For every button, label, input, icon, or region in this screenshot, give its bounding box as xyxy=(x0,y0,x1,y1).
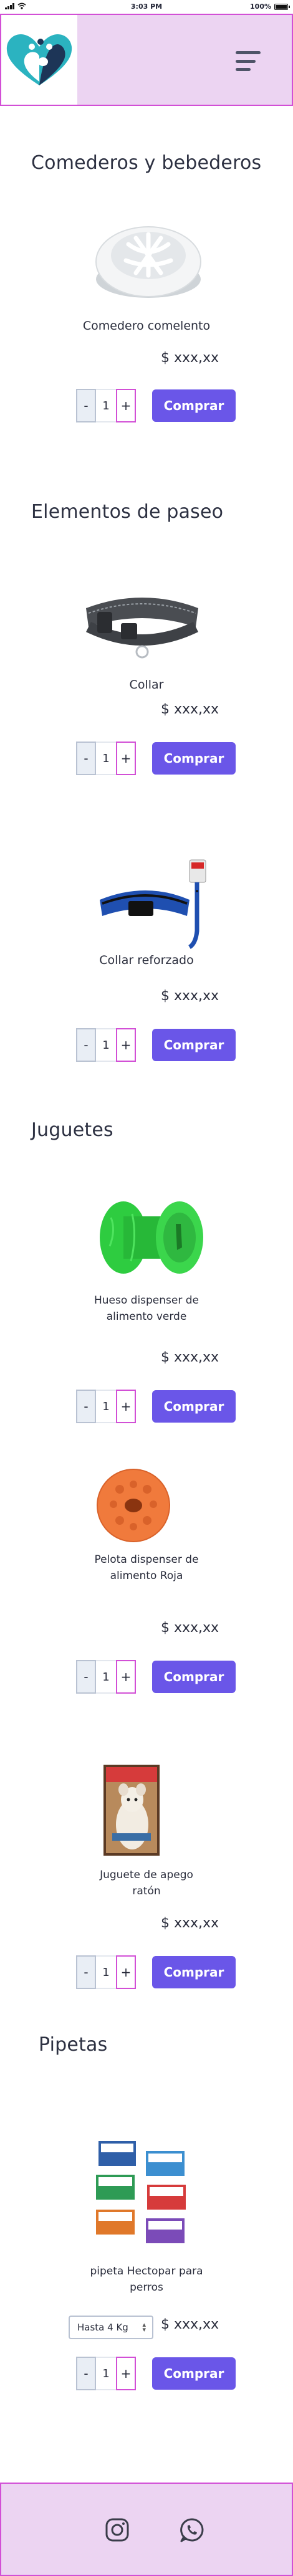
battery-icon xyxy=(274,3,290,10)
red-ball-toy-image xyxy=(97,1469,170,1542)
quantity-field[interactable]: 1 xyxy=(96,1028,116,1062)
footer xyxy=(0,2483,293,2576)
quantity-increase-button[interactable]: + xyxy=(116,742,136,775)
quantity-stepper: - 1 + xyxy=(76,1660,136,1694)
product-name-line2: ratón xyxy=(132,1885,161,1897)
buy-button[interactable]: Comprar xyxy=(152,389,236,422)
quantity-field[interactable]: 1 xyxy=(96,2357,116,2390)
buy-button[interactable]: Comprar xyxy=(152,1029,236,1061)
reinforced-collar-image xyxy=(100,859,206,949)
status-time: 3:03 PM xyxy=(130,2,163,11)
quantity-increase-button[interactable]: + xyxy=(116,1660,136,1694)
pipette-boxes-image xyxy=(96,2141,186,2243)
size-select-value: Hasta 4 Kg xyxy=(77,2322,128,2333)
buy-button[interactable]: Comprar xyxy=(152,1956,236,1988)
section-title-juguetes: Juguetes xyxy=(31,1119,113,1141)
section-title-comederos: Comederos y bebederos xyxy=(31,152,262,174)
quantity-increase-button[interactable]: + xyxy=(116,1955,136,1989)
product-name: Collar reforzado xyxy=(99,953,194,967)
buy-button[interactable]: Comprar xyxy=(152,1661,236,1693)
quantity-stepper: - 1 + xyxy=(76,742,136,775)
product-price: $ xxx,xx xyxy=(161,1915,219,1931)
quantity-field[interactable]: 1 xyxy=(96,742,116,775)
chevron-updown-icon: ▴ ▾ xyxy=(142,2321,146,2334)
product-name-line1: Juguete de apego xyxy=(100,1869,193,1881)
quantity-stepper: - 1 + xyxy=(76,1955,136,1989)
section-title-paseo: Elementos de paseo xyxy=(31,501,224,523)
quantity-field[interactable]: 1 xyxy=(96,1955,116,1989)
status-right: 100% xyxy=(250,2,290,11)
quantity-increase-button[interactable]: + xyxy=(116,1390,136,1423)
plush-mouse-toy-image xyxy=(103,1765,160,1856)
quantity-stepper: - 1 + xyxy=(76,1028,136,1062)
section-title-pipetas: Pipetas xyxy=(39,2034,108,2056)
quantity-field[interactable]: 1 xyxy=(96,1390,116,1423)
product-name: Comedero comelento xyxy=(82,319,211,333)
quantity-increase-button[interactable]: + xyxy=(116,2357,136,2390)
product-name-line1: Pelota dispenser de xyxy=(94,1553,199,1566)
product-price: $ xxx,xx xyxy=(161,2317,219,2332)
product-price: $ xxx,xx xyxy=(161,350,219,366)
header xyxy=(0,14,293,106)
product-name-line2: alimento verde xyxy=(106,1310,187,1323)
whatsapp-icon[interactable] xyxy=(178,2516,206,2544)
product-name-line2: alimento Roja xyxy=(110,1570,183,1582)
collar-image xyxy=(86,598,198,659)
quantity-field[interactable]: 1 xyxy=(96,1660,116,1694)
logo[interactable] xyxy=(1,15,77,105)
paw-heart-logo-icon xyxy=(6,34,72,85)
status-bar: 3:03 PM 100% xyxy=(0,0,293,14)
quantity-stepper: - 1 + xyxy=(76,2357,136,2390)
quantity-increase-button[interactable]: + xyxy=(116,1028,136,1062)
quantity-field[interactable]: 1 xyxy=(96,389,116,422)
quantity-decrease-button[interactable]: - xyxy=(76,1955,96,1989)
quantity-stepper: - 1 + xyxy=(76,1390,136,1423)
instagram-icon[interactable] xyxy=(103,2516,131,2544)
product-name: Collar xyxy=(129,678,164,692)
product-price: $ xxx,xx xyxy=(161,988,219,1004)
quantity-stepper: - 1 + xyxy=(76,389,136,422)
quantity-decrease-button[interactable]: - xyxy=(76,1390,96,1423)
quantity-increase-button[interactable]: + xyxy=(116,389,136,422)
buy-button[interactable]: Comprar xyxy=(152,1390,236,1423)
product-price: $ xxx,xx xyxy=(161,1620,219,1636)
quantity-decrease-button[interactable]: - xyxy=(76,2357,96,2390)
slow-feeder-bowl-image xyxy=(95,226,201,298)
quantity-decrease-button[interactable]: - xyxy=(76,389,96,422)
quantity-decrease-button[interactable]: - xyxy=(76,1028,96,1062)
hamburger-menu-icon[interactable] xyxy=(234,49,262,74)
quantity-decrease-button[interactable]: - xyxy=(76,1660,96,1694)
quantity-decrease-button[interactable]: - xyxy=(76,742,96,775)
product-name-line1: pipeta Hectopar para xyxy=(90,2265,203,2278)
buy-button[interactable]: Comprar xyxy=(152,742,236,775)
green-bone-toy-image xyxy=(100,1201,203,1274)
product-price: $ xxx,xx xyxy=(161,702,219,717)
battery-percent: 100% xyxy=(250,2,271,11)
size-select[interactable]: Hasta 4 Kg ▴ ▾ xyxy=(69,2316,153,2339)
product-price: $ xxx,xx xyxy=(161,1350,219,1365)
product-name-line1: Hueso dispenser de xyxy=(94,1294,199,1307)
buy-button[interactable]: Comprar xyxy=(152,2357,236,2390)
product-name-line2: perros xyxy=(130,2281,163,2294)
